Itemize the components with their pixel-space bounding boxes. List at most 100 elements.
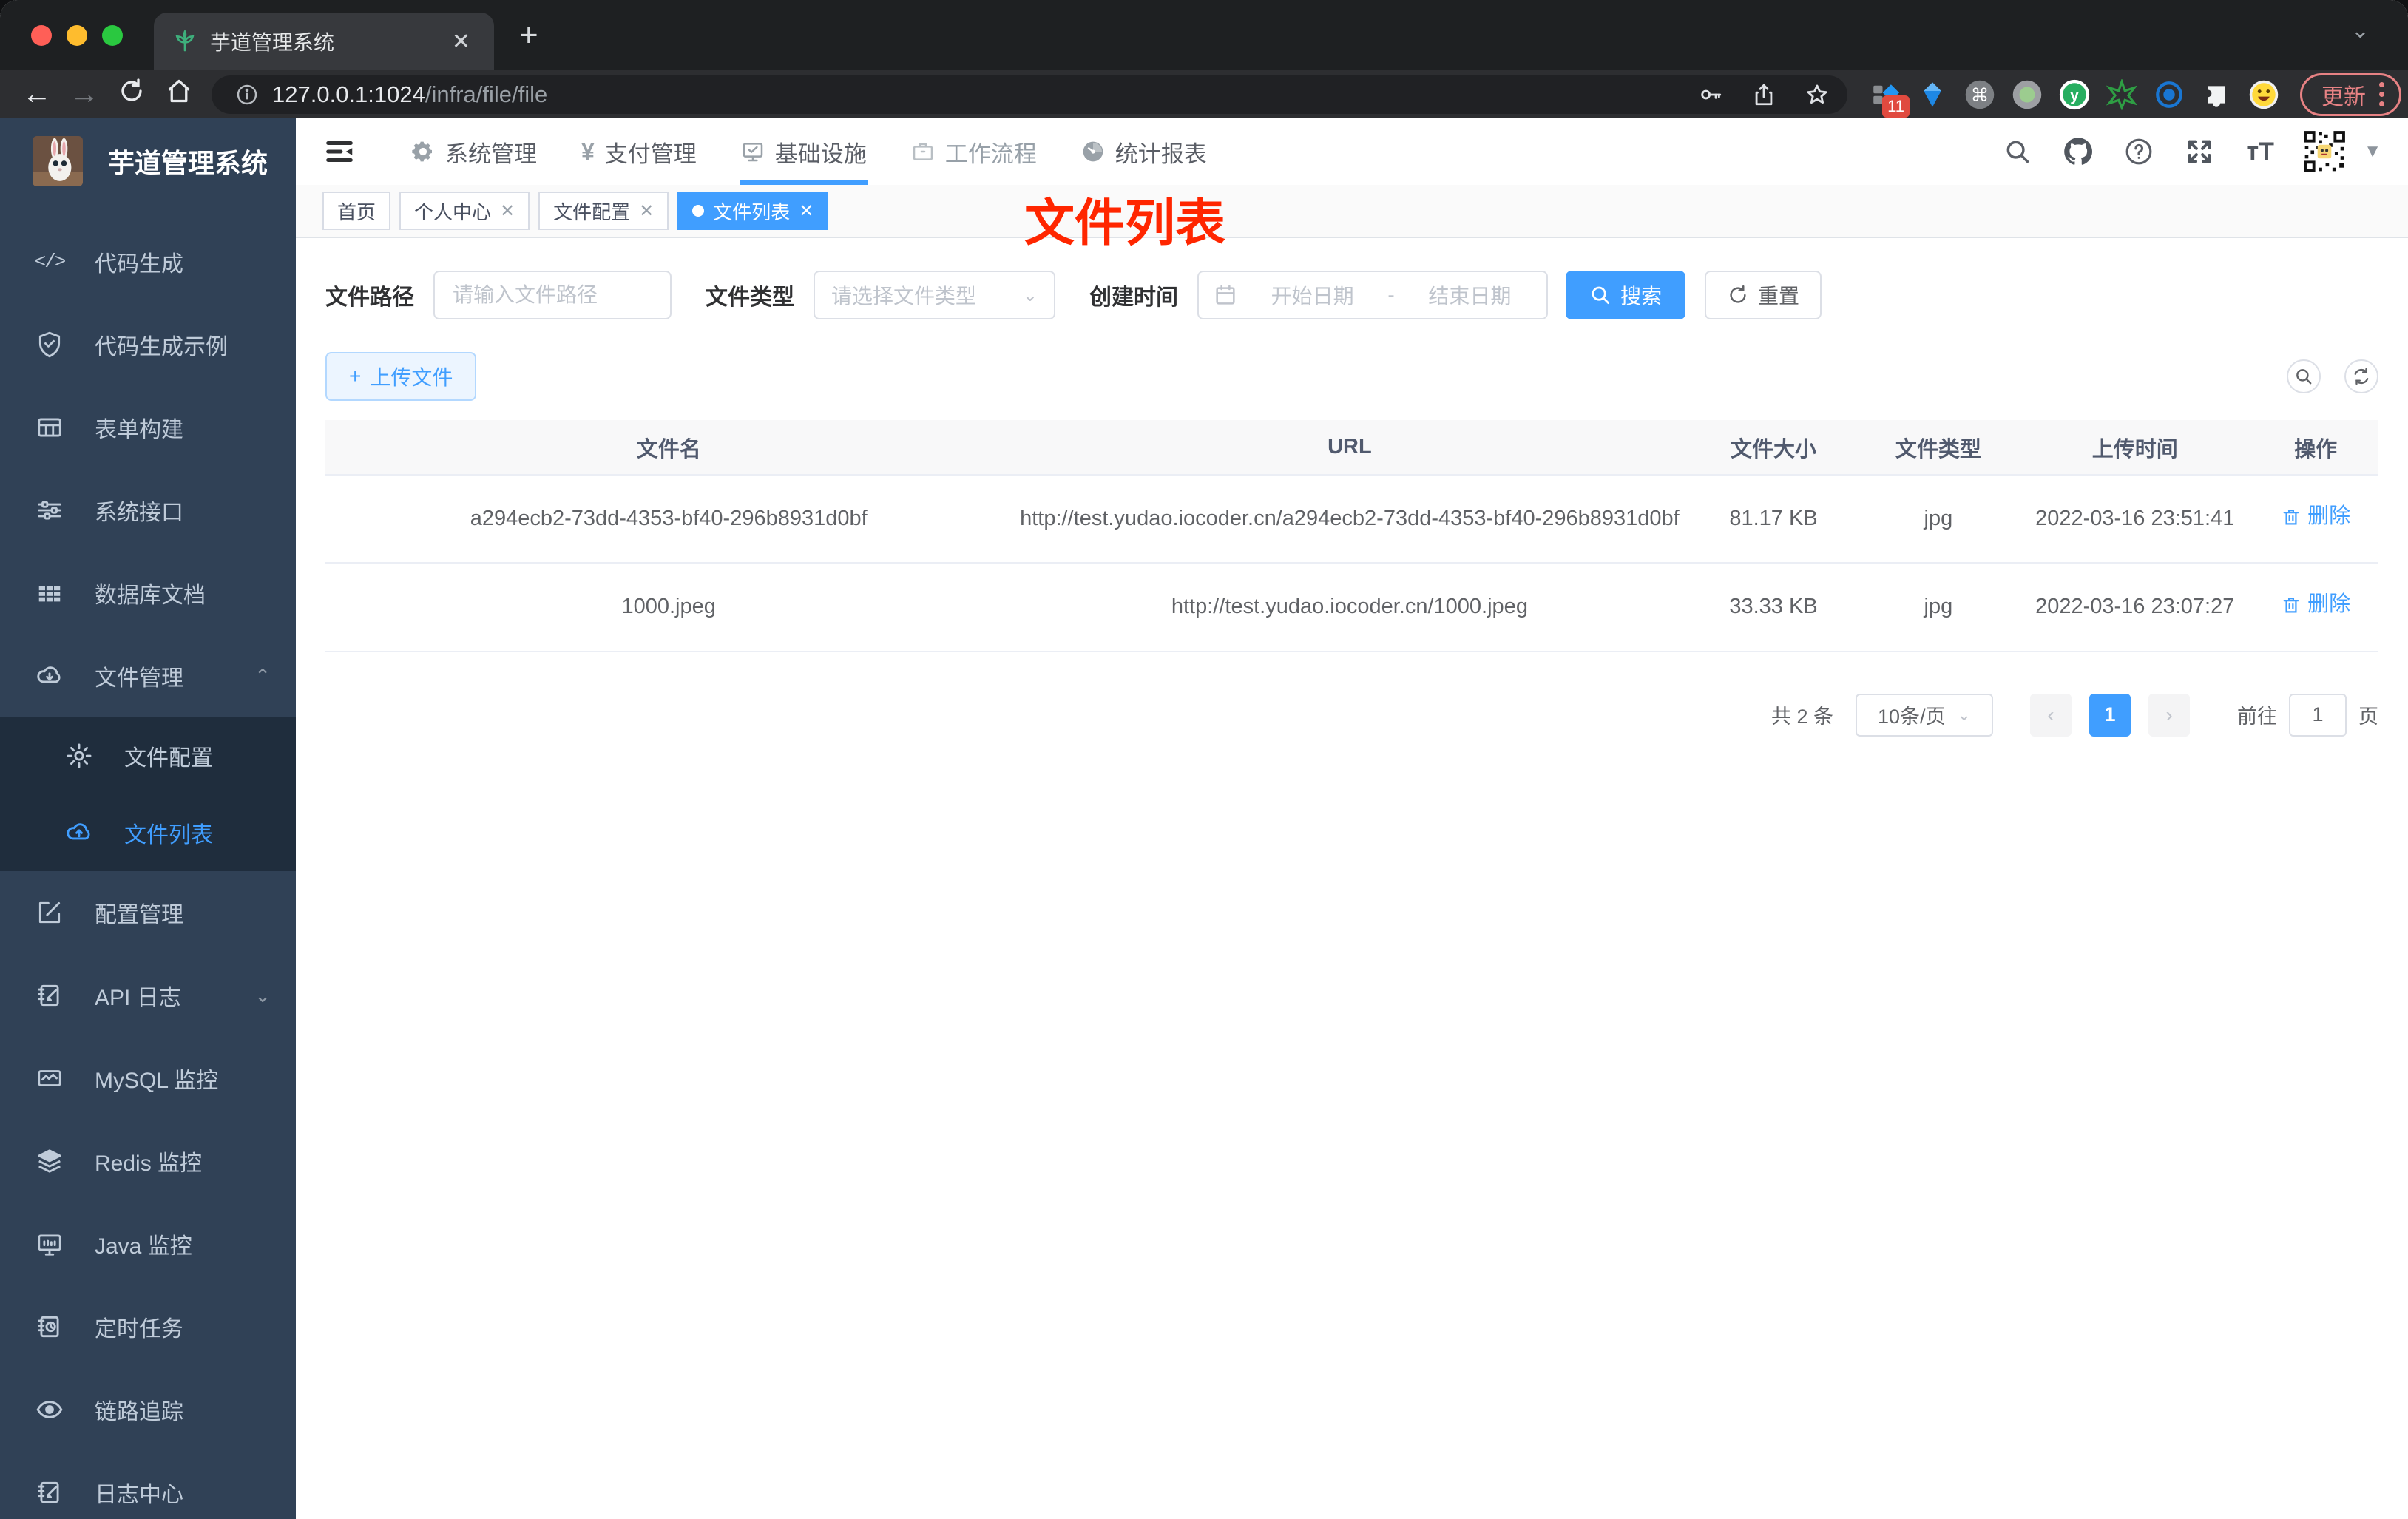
topnav-item-workflow[interactable]: 工作流程 (889, 118, 1059, 185)
sidebar-item-api-log[interactable]: API 日志 ⌄ (0, 954, 296, 1037)
extension-star-icon[interactable] (2106, 78, 2137, 110)
delete-button[interactable]: 删除 (2281, 501, 2350, 533)
sidebar-item-db-doc[interactable]: 数据库文档 (0, 552, 296, 635)
search-icon[interactable] (1998, 138, 2037, 166)
cell-file-size: 81.17 KB (1687, 473, 1860, 564)
table-search-toggle-button[interactable] (2287, 359, 2321, 393)
tag-file-config[interactable]: 文件配置 ✕ (538, 192, 669, 230)
topnav-item-infrastructure[interactable]: 基础设施 (719, 118, 889, 185)
new-tab-button[interactable]: + (519, 17, 538, 54)
extension-y-icon[interactable]: y (2059, 79, 2090, 110)
app-root: 芋道管理系统 </> 代码生成 代码生成示例 表单构建 系统接口 数据库文档 文… (0, 118, 2408, 1519)
file-type-select[interactable]: 请选择文件类型 ⌄ (814, 271, 1055, 319)
browser-menu-icon[interactable] (2379, 82, 2384, 106)
date-separator: - (1387, 283, 1395, 306)
cell-file-size: 33.33 KB (1687, 563, 1860, 652)
shield-check-icon (34, 329, 65, 360)
upload-file-button[interactable]: + 上传文件 (325, 352, 477, 401)
sidebar-item-file-config[interactable]: 文件配置 (0, 717, 296, 794)
address-bar[interactable]: 127.0.0.1:1024/infra/file/file (212, 75, 1847, 114)
topnav-item-payment[interactable]: ¥ 支付管理 (559, 118, 719, 185)
sidebar-item-redis-monitor[interactable]: Redis 监控 (0, 1120, 296, 1202)
search-button[interactable]: 搜索 (1566, 271, 1686, 319)
col-actions: 操作 (2253, 420, 2378, 475)
tag-home[interactable]: 首页 (322, 192, 391, 230)
goto-page-input[interactable] (2289, 693, 2347, 737)
sidebar-item-file-list[interactable]: 文件列表 (0, 794, 296, 871)
plus-icon: + (349, 365, 362, 388)
sidebar-item-system-api[interactable]: 系统接口 (0, 469, 296, 552)
current-page-button[interactable]: 1 (2089, 693, 2131, 737)
site-info-icon[interactable] (235, 83, 259, 106)
sidebar-item-mysql-monitor[interactable]: MySQL 监控 (0, 1037, 296, 1120)
table-grid-icon (34, 578, 65, 609)
browser-window: 芋道管理系统 ✕ + ⌄ ← → 127.0.0.1:1024/infra/fi… (0, 0, 2408, 1519)
file-path-input[interactable] (433, 271, 672, 319)
reset-button[interactable]: 重置 (1705, 271, 1822, 319)
window-close-button[interactable] (31, 24, 52, 46)
extension-green-dot-icon[interactable] (2012, 79, 2043, 110)
topnav-item-reports[interactable]: 统计报表 (1059, 118, 1229, 185)
tab-search-chevron-icon[interactable]: ⌄ (2351, 18, 2370, 44)
date-range-picker[interactable]: 开始日期 - 结束日期 (1197, 271, 1548, 319)
sidebar-item-file-management[interactable]: 文件管理 ⌃ (0, 635, 296, 717)
tag-profile[interactable]: 个人中心 ✕ (399, 192, 530, 230)
font-size-icon[interactable]: ᴛT (2241, 138, 2279, 166)
sidebar-item-code-demo[interactable]: 代码生成示例 (0, 303, 296, 386)
tab-close-icon[interactable]: ✕ (447, 29, 475, 55)
delete-button[interactable]: 删除 (2281, 589, 2350, 621)
dashboard-icon (1081, 140, 1105, 163)
page-size-select[interactable]: 10条/页 ⌄ (1856, 693, 1993, 737)
cell-file-name: 1000.jpeg (325, 563, 1012, 652)
cloud-download-icon (34, 660, 65, 691)
extension-command-icon[interactable]: ⌘ (1964, 79, 1995, 110)
extension-puzzle-icon[interactable] (2201, 79, 2232, 110)
home-button[interactable] (155, 78, 203, 112)
tag-close-icon[interactable]: ✕ (799, 200, 814, 222)
avatar-caret-icon[interactable]: ▼ (2364, 141, 2381, 162)
chevron-up-icon: ⌃ (254, 664, 271, 687)
col-upload-time: 上传时间 (2017, 420, 2253, 475)
sidebar-logo[interactable]: 芋道管理系统 (0, 118, 296, 204)
col-file-name: 文件名 (325, 420, 1012, 475)
sidebar-item-tracing[interactable]: 链路追踪 (0, 1368, 296, 1451)
browser-tab[interactable]: 芋道管理系统 ✕ (154, 13, 494, 70)
cloud-upload-icon (64, 817, 95, 848)
forward-button[interactable]: → (61, 78, 108, 111)
sidebar-item-config-management[interactable]: 配置管理 (0, 871, 296, 954)
extension-gem-icon[interactable] (1917, 79, 1948, 110)
password-key-icon[interactable] (1698, 82, 1723, 107)
share-icon[interactable] (1751, 82, 1776, 107)
chevron-down-icon: ⌄ (1957, 705, 1971, 724)
bookmark-star-icon[interactable] (1805, 82, 1830, 107)
sidebar-item-form-builder[interactable]: 表单构建 (0, 386, 296, 469)
window-minimize-button[interactable] (67, 24, 87, 46)
prev-page-button[interactable]: ‹ (2030, 693, 2072, 737)
user-avatar-qr[interactable] (2302, 129, 2348, 175)
extension-grid-icon[interactable]: 11 (1870, 79, 1910, 118)
tag-file-list[interactable]: 文件列表 ✕ (677, 192, 829, 230)
page-content: 文件路径 文件类型 请选择文件类型 ⌄ 创建时间 开始日期 - 结束日 (296, 238, 2408, 737)
browser-update-button[interactable]: 更新 (2300, 72, 2401, 116)
window-maximize-button[interactable] (102, 24, 123, 46)
reload-button[interactable] (108, 78, 155, 112)
tag-close-icon[interactable]: ✕ (639, 200, 654, 222)
url-text[interactable]: 127.0.0.1:1024/infra/file/file (272, 81, 1670, 108)
help-icon[interactable] (2120, 137, 2158, 166)
sidebar-item-log-center[interactable]: 日志中心 (0, 1451, 296, 1519)
fullscreen-icon[interactable] (2180, 137, 2219, 166)
extension-emoji-icon[interactable] (2248, 79, 2279, 110)
next-page-button[interactable]: › (2148, 693, 2190, 737)
sidebar-item-scheduled-tasks[interactable]: 定时任务 (0, 1285, 296, 1368)
table-refresh-button[interactable] (2344, 359, 2378, 393)
tag-close-icon[interactable]: ✕ (500, 200, 515, 222)
back-button[interactable]: ← (13, 78, 61, 111)
sidebar-collapse-icon[interactable] (322, 135, 356, 169)
topnav-item-system[interactable]: 系统管理 (389, 118, 559, 185)
chevron-down-icon: ⌄ (1022, 285, 1038, 305)
github-icon[interactable] (2059, 135, 2097, 168)
sidebar-item-code-gen[interactable]: </> 代码生成 (0, 220, 296, 303)
sidebar-item-java-monitor[interactable]: Java 监控 (0, 1202, 296, 1285)
table-row: 1000.jpeg http://test.yudao.iocoder.cn/1… (325, 563, 2378, 652)
extension-eye-icon[interactable] (2154, 79, 2185, 110)
